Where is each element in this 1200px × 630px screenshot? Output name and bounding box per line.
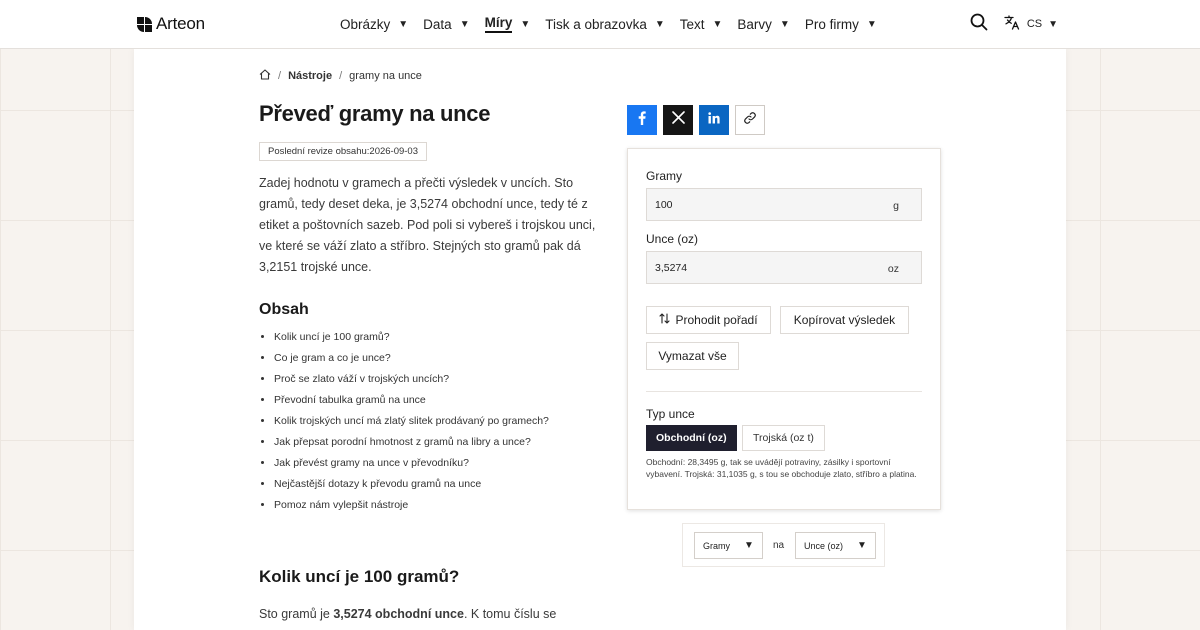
swap-order-label: Prohodit pořadí xyxy=(675,313,758,327)
toc-item[interactable]: Nejčastější dotazy k převodu gramů na un… xyxy=(274,474,549,495)
breadcrumb-separator: / xyxy=(339,70,343,82)
toc-item[interactable]: Kolik uncí je 100 gramů? xyxy=(274,327,549,348)
caret-down-icon: ▼ xyxy=(712,18,723,30)
top-nav: Arteon Obrázky ▼ Data ▼ Míry ▼ Tisk a ob… xyxy=(0,0,1200,49)
breadcrumb-separator: / xyxy=(278,70,282,82)
section-text: Sto gramů je 3,5274 obchodní unce. K tom… xyxy=(259,607,556,621)
divider xyxy=(646,391,922,392)
menu-item-barvy[interactable]: Barvy ▼ xyxy=(737,0,789,48)
clear-all-button[interactable]: Vymazat vše xyxy=(646,342,739,370)
menu-item-label: Text xyxy=(679,16,705,32)
direction-connector: na xyxy=(773,540,785,551)
caret-down-icon: ▼ xyxy=(857,540,867,551)
language-switcher[interactable]: CS ▼ xyxy=(1004,15,1058,33)
caret-down-icon: ▼ xyxy=(654,18,665,30)
grams-unit: g xyxy=(893,200,899,212)
to-unit-select[interactable]: Unce (oz) ▼ xyxy=(795,532,876,559)
section-text-bold: 3,5274 obchodní unce xyxy=(333,607,464,621)
language-code: CS xyxy=(1026,18,1043,30)
ounces-unit: oz xyxy=(887,263,899,275)
ounce-type-note: Obchodní: 28,3495 g, tak se uvádějí potr… xyxy=(646,457,917,479)
ounce-type-commercial[interactable]: Obchodní (oz) xyxy=(646,425,737,451)
conversion-direction: Gramy ▼ na Unce (oz) ▼ xyxy=(682,523,885,567)
x-icon xyxy=(671,111,685,129)
toc-item[interactable]: Převodní tabulka gramů na unce xyxy=(274,390,549,411)
share-linkedin-button[interactable] xyxy=(699,105,729,135)
to-unit-value: Unce (oz) xyxy=(804,540,844,551)
from-unit-select[interactable]: Gramy ▼ xyxy=(694,532,763,559)
converter-card: Gramy g Unce (oz) oz Prohodit pořadí Kop… xyxy=(627,148,941,510)
toc-item[interactable]: Proč se zlato váží v trojských uncích? xyxy=(274,369,549,390)
linkedin-icon xyxy=(708,111,720,129)
page-title: Převeď gramy na unce xyxy=(259,101,491,126)
breadcrumb: / Nástroje / gramy na unce xyxy=(259,69,422,83)
revision-badge: Poslední revize obsahu:2026-09-03 xyxy=(259,142,428,161)
menu-item-text[interactable]: Text ▼ xyxy=(680,0,723,48)
breadcrumb-link-nastroje[interactable]: Nástroje xyxy=(288,70,332,82)
toc-item[interactable]: Kolik trojských uncí má zlatý slitek pro… xyxy=(274,411,549,432)
grams-input[interactable] xyxy=(655,189,855,220)
menu-item-label: Data xyxy=(423,16,452,32)
main-menu: Obrázky ▼ Data ▼ Míry ▼ Tisk a obrazovka… xyxy=(340,0,892,48)
home-icon[interactable] xyxy=(259,69,271,83)
menu-item-label: Pro firmy xyxy=(804,16,859,32)
translate-icon xyxy=(1004,15,1021,33)
caret-down-icon: ▼ xyxy=(520,18,531,30)
clear-all-label: Vymazat vše xyxy=(658,349,727,363)
search-icon[interactable] xyxy=(970,13,988,36)
menu-item-data[interactable]: Data ▼ xyxy=(423,0,469,48)
link-icon xyxy=(743,111,757,130)
caret-down-icon: ▼ xyxy=(779,18,790,30)
menu-item-tisk[interactable]: Tisk a obrazovka ▼ xyxy=(545,0,664,48)
revision-label: Poslední revize obsahu: xyxy=(268,146,370,157)
menu-item-pro-firmy[interactable]: Pro firmy ▼ xyxy=(805,0,877,48)
section-text-end: . K tomu číslu se xyxy=(463,607,557,621)
logo[interactable]: Arteon xyxy=(137,14,205,34)
toc-item[interactable]: Jak převést gramy na unce v převodníku? xyxy=(274,453,549,474)
ounces-field: oz xyxy=(646,251,922,284)
toc-title: Obsah xyxy=(259,301,309,318)
ounces-label: Unce (oz) xyxy=(646,232,699,246)
swap-arrows-icon xyxy=(659,313,671,327)
section-text-start: Sto gramů je xyxy=(259,607,334,621)
copy-result-button[interactable]: Kopírovat výsledek xyxy=(780,306,909,334)
caret-down-icon: ▼ xyxy=(398,18,409,30)
ounce-type-troy[interactable]: Trojská (oz t) xyxy=(742,425,825,451)
revision-date: 2026-09-03 xyxy=(369,146,419,157)
intro-text: Zadej hodnotu v gramech a přečti výslede… xyxy=(259,176,596,274)
logo-icon xyxy=(137,16,152,32)
toc-item[interactable]: Pomoz nám vylepšit nástroje xyxy=(274,495,549,516)
ounce-type-label: Typ unce xyxy=(646,407,695,421)
menu-item-label: Barvy xyxy=(737,16,772,32)
menu-item-label: Míry xyxy=(484,15,513,33)
share-x-button[interactable] xyxy=(663,105,693,135)
caret-down-icon: ▼ xyxy=(459,18,470,30)
menu-item-label: Obrázky xyxy=(340,16,391,32)
grams-label: Gramy xyxy=(646,169,682,183)
grams-field: g xyxy=(646,188,922,221)
nav-right: CS ▼ xyxy=(970,0,1058,48)
caret-down-icon: ▼ xyxy=(866,18,877,30)
copy-result-label: Kopírovat výsledek xyxy=(793,313,896,327)
menu-item-miry[interactable]: Míry ▼ xyxy=(484,0,531,48)
from-unit-value: Gramy xyxy=(703,540,730,551)
menu-item-label: Tisk a obrazovka xyxy=(545,16,647,32)
toc-item[interactable]: Jak přepsat porodní hmotnost z gramů na … xyxy=(274,432,549,453)
caret-down-icon: ▼ xyxy=(744,540,754,551)
ounces-input[interactable] xyxy=(655,252,855,283)
breadcrumb-current: gramy na unce xyxy=(349,70,422,82)
menu-item-obrazky[interactable]: Obrázky ▼ xyxy=(340,0,408,48)
swap-order-button[interactable]: Prohodit pořadí xyxy=(646,306,771,334)
section-heading: Kolik uncí je 100 gramů? xyxy=(259,567,460,586)
share-buttons xyxy=(627,105,765,135)
copy-link-button[interactable] xyxy=(735,105,765,135)
caret-down-icon: ▼ xyxy=(1048,18,1058,30)
table-of-contents: Kolik uncí je 100 gramů? Co je gram a co… xyxy=(259,327,549,516)
share-facebook-button[interactable] xyxy=(627,105,657,135)
facebook-icon xyxy=(638,110,646,130)
toc-item[interactable]: Co je gram a co je unce? xyxy=(274,348,549,369)
brand-name: Arteon xyxy=(156,14,205,33)
